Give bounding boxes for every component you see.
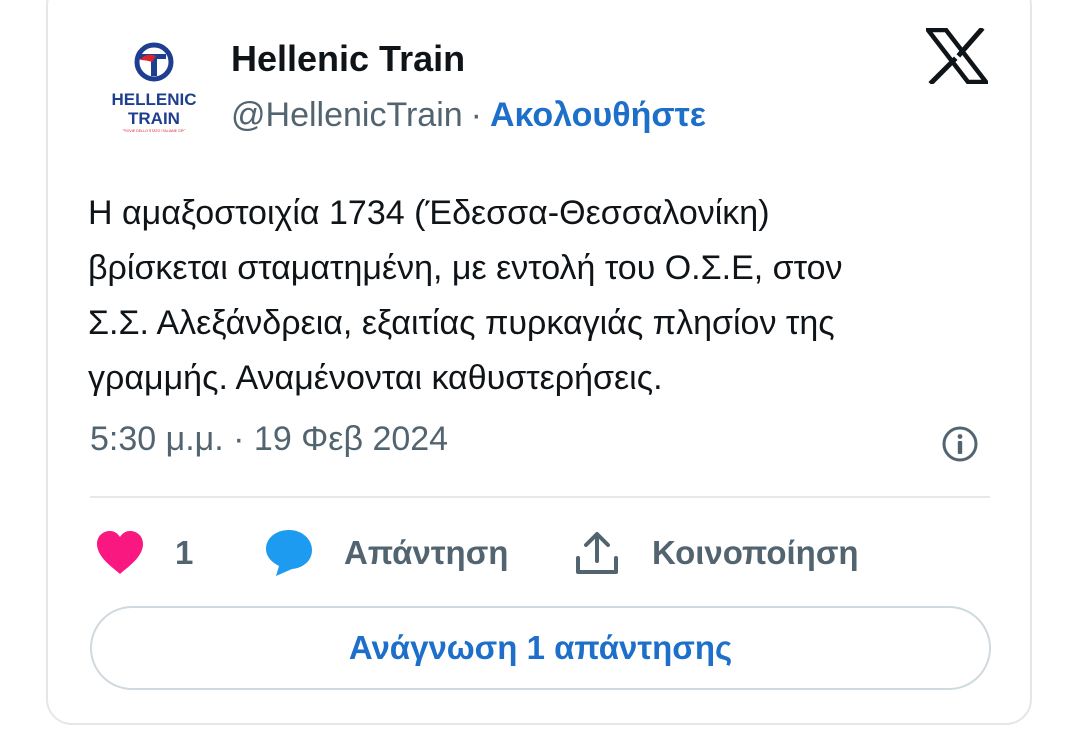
separator-dot: ·: [470, 96, 482, 134]
author-name[interactable]: Hellenic Train: [231, 38, 465, 80]
logo-text-line2: TRAIN: [128, 109, 180, 128]
divider: [90, 496, 990, 498]
share-upload-icon: [576, 532, 618, 574]
author-handle[interactable]: @HellenicTrain: [231, 96, 463, 134]
read-replies-button[interactable]: Ανάγνωση 1 απάντησης: [90, 606, 991, 690]
share-label: Κοινοποίηση: [652, 534, 859, 571]
logo-text-line1: HELLENIC: [112, 90, 197, 109]
share-button[interactable]: Κοινοποίηση: [574, 528, 859, 578]
tweet-timestamp[interactable]: 5:30 μ.μ. · 19 Φεβ 2024: [90, 420, 448, 459]
x-logo-icon[interactable]: [923, 26, 991, 86]
hellenic-train-avatar[interactable]: HELLENIC TRAIN FERROVIE DELLO STATO ITAL…: [100, 32, 208, 140]
like-button[interactable]: 1: [95, 528, 193, 578]
reply-button[interactable]: Απάντηση: [264, 528, 508, 578]
reply-bubble-icon: [266, 530, 312, 576]
follow-link[interactable]: Ακολουθήστε: [490, 96, 706, 134]
heart-icon: [97, 531, 143, 574]
tweet-text: Η αμαξοστοιχία 1734 (Έδεσσα-Θεσσαλονίκη)…: [88, 186, 1008, 406]
author-handle-row: @HellenicTrain · Ακολουθήστε: [231, 96, 706, 135]
tweet-text-line: γραμμής. Αναμένονται καθυστερήσεις.: [88, 359, 663, 397]
tweet-text-line: Η αμαξοστοιχία 1734 (Έδεσσα-Θεσσαλονίκη): [88, 194, 770, 232]
like-count: 1: [175, 534, 194, 571]
tweet-text-line: Σ.Σ. Αλεξάνδρεια, εξαιτίας πυρκαγιάς πλη…: [88, 304, 835, 342]
tweet-text-line: βρίσκεται σταματημένη, με εντολή του Ο.Σ…: [88, 249, 843, 287]
logo-tagline: FERROVIE DELLO STATO ITALIANE GROUP: [117, 129, 192, 133]
reply-label: Απάντηση: [344, 534, 509, 571]
info-icon[interactable]: [941, 425, 979, 463]
